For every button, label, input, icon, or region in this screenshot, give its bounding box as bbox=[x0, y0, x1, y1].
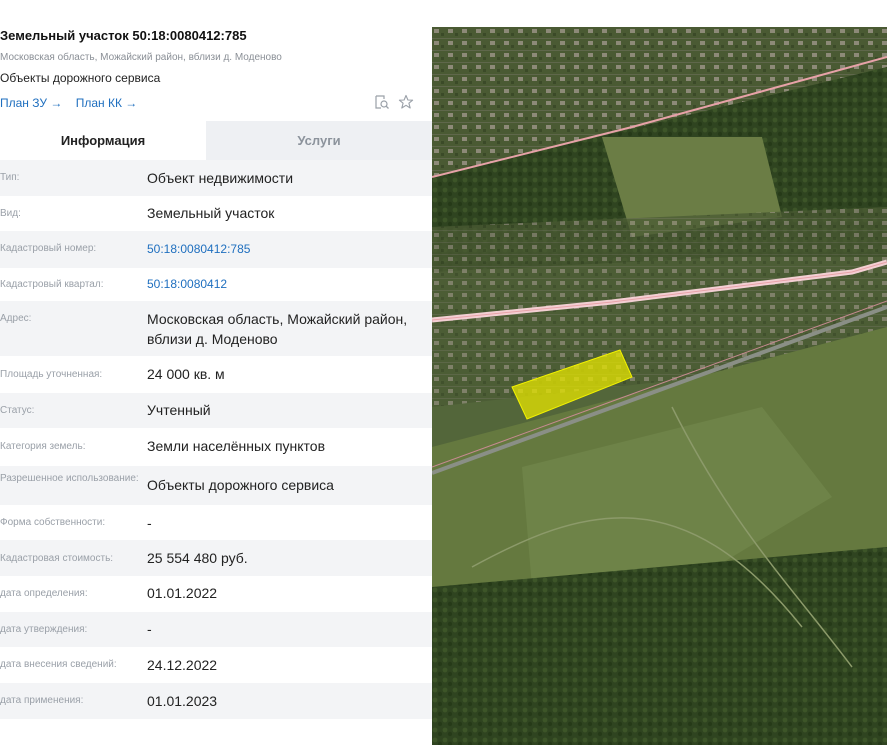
cadastral-quarter-link[interactable]: 50:18:0080412 bbox=[147, 274, 417, 294]
table-row: дата применения: 01.01.2023 bbox=[0, 683, 432, 719]
row-value: Учтенный bbox=[147, 402, 211, 418]
table-row: Вид: Земельный участок bbox=[0, 196, 432, 231]
row-label: Тип: bbox=[0, 172, 20, 183]
row-label: Кадастровый квартал: bbox=[0, 279, 104, 290]
tab-bar: Информация Услуги bbox=[0, 121, 432, 160]
row-value: 25 554 480 руб. bbox=[147, 550, 248, 566]
table-row: дата утверждения: - bbox=[0, 612, 432, 647]
search-document-icon[interactable] bbox=[374, 94, 390, 110]
table-row: дата внесения сведений: 24.12.2022 bbox=[0, 647, 432, 683]
table-row: Тип: Объект недвижимости bbox=[0, 160, 432, 196]
row-label: Вид: bbox=[0, 208, 21, 219]
info-table: Тип: Объект недвижимости Вид: Земельный … bbox=[0, 160, 432, 719]
cadastral-number-link[interactable]: 50:18:0080412:785 bbox=[147, 239, 417, 259]
row-value: 24 000 кв. м bbox=[147, 366, 225, 382]
plan-kk-link[interactable]: План КК → bbox=[76, 96, 138, 110]
table-row: Адрес: Московская область, Можайский рай… bbox=[0, 301, 432, 356]
row-label: Адрес: bbox=[0, 313, 32, 324]
row-label: Кадастровый номер: bbox=[0, 243, 97, 254]
table-row: Кадастровая стоимость: 25 554 480 руб. bbox=[0, 540, 432, 576]
table-row: Статус: Учтенный bbox=[0, 393, 432, 428]
table-row: дата определения: 01.01.2022 bbox=[0, 576, 432, 612]
parcel-usage: Объекты дорожного сервиса bbox=[0, 71, 161, 85]
satellite-map-image[interactable] bbox=[432, 27, 887, 745]
row-label: дата определения: bbox=[0, 588, 88, 599]
table-row: Кадастровый номер: 50:18:0080412:785 bbox=[0, 231, 432, 268]
info-panel: Земельный участок 50:18:0080412:785 Моск… bbox=[0, 0, 432, 745]
row-label: Площадь уточненная: bbox=[0, 369, 103, 380]
row-label: дата внесения сведений: bbox=[0, 659, 117, 670]
row-label: Категория земель: bbox=[0, 441, 86, 452]
row-value: 01.01.2023 bbox=[147, 693, 218, 709]
table-row: Кадастровый квартал: 50:18:0080412 bbox=[0, 268, 432, 301]
row-label: дата применения: bbox=[0, 695, 84, 706]
row-value: - bbox=[147, 621, 152, 637]
parcel-address: Московская область, Можайский район, вбл… bbox=[0, 52, 282, 63]
table-row: Разрешенное использование: Объекты дорож… bbox=[0, 466, 432, 505]
row-value: 24.12.2022 bbox=[147, 657, 218, 673]
row-value: Объект недвижимости bbox=[147, 170, 294, 186]
row-label: Статус: bbox=[0, 405, 35, 416]
table-row: Площадь уточненная: 24 000 кв. м bbox=[0, 356, 432, 393]
row-value: - bbox=[147, 515, 152, 531]
satellite-map[interactable] bbox=[432, 27, 887, 745]
row-value: Московская область, Можайский район, вбл… bbox=[147, 311, 408, 347]
tab-information[interactable]: Информация bbox=[0, 121, 206, 160]
star-icon[interactable] bbox=[398, 94, 414, 110]
plan-links: План ЗУ → План КК → bbox=[0, 96, 147, 110]
row-label: дата утверждения: bbox=[0, 624, 88, 635]
row-value: Земли населённых пунктов bbox=[147, 438, 326, 454]
row-value: 01.01.2022 bbox=[147, 585, 218, 601]
row-value: Земельный участок bbox=[147, 205, 275, 221]
tool-icons bbox=[374, 94, 414, 110]
table-row: Категория земель: Земли населённых пункт… bbox=[0, 428, 432, 466]
row-label: Форма собственности: bbox=[0, 517, 106, 528]
row-label: Кадастровая стоимость: bbox=[0, 553, 114, 564]
tab-services[interactable]: Услуги bbox=[206, 121, 432, 160]
table-row: Форма собственности: - bbox=[0, 505, 432, 540]
page-title: Земельный участок 50:18:0080412:785 bbox=[0, 28, 247, 43]
row-value: Объекты дорожного сервиса bbox=[147, 477, 334, 493]
row-label: Разрешенное использование: bbox=[0, 473, 139, 484]
plan-zu-link[interactable]: План ЗУ → bbox=[0, 96, 62, 110]
